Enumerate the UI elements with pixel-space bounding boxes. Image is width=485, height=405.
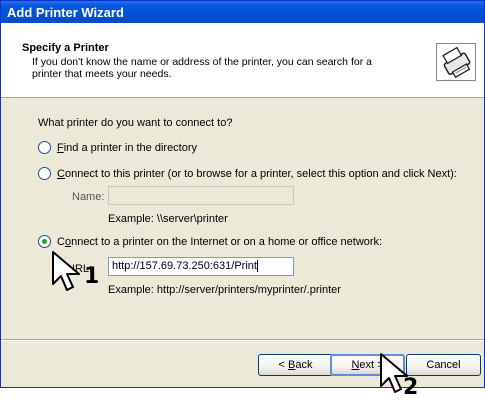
question-label: What printer do you want to connect to? [38, 117, 233, 129]
url-field-value: http://157.69.73.250:631/Print [112, 260, 257, 272]
printer-wizard-icon [436, 43, 476, 81]
callout-number-2: 2 [403, 375, 419, 400]
option-connect-to-printer[interactable]: Connect to this printer (or to browse fo… [38, 167, 457, 180]
url-field[interactable]: http://157.69.73.250:631/Print [108, 257, 294, 276]
option-find-label: Find a printer in the directory [57, 141, 198, 154]
option-connect-internet[interactable]: Connect to a printer on the Internet or … [38, 235, 382, 248]
wizard-header: Specify a Printer If you don't know the … [1, 23, 484, 98]
button-divider [1, 339, 484, 341]
back-button[interactable]: < Back [258, 354, 333, 376]
url-example: Example: http://server/printers/myprinte… [108, 284, 341, 296]
radio-connect-to-printer[interactable] [38, 167, 51, 180]
text-caret [256, 260, 258, 273]
radio-connect-internet[interactable] [38, 235, 51, 248]
mouse-pointer-1-icon [50, 250, 86, 297]
name-label: Name: [72, 191, 105, 203]
callout-number-1: 1 [84, 264, 100, 289]
window-title: Add Printer Wizard [7, 5, 124, 20]
header-title: Specify a Printer [22, 42, 109, 54]
wizard-content: What printer do you want to connect to? … [1, 98, 484, 338]
option-internet-label: Connect to a printer on the Internet or … [57, 235, 383, 248]
option-find-in-directory[interactable]: Find a printer in the directory [38, 141, 197, 154]
header-description: If you don't know the name or address of… [32, 56, 372, 80]
name-field[interactable] [108, 186, 294, 205]
radio-find-in-directory[interactable] [38, 141, 51, 154]
add-printer-wizard-window: Add Printer Wizard Specify a Printer If … [0, 0, 485, 388]
title-bar: Add Printer Wizard [1, 1, 484, 23]
cancel-button[interactable]: Cancel [406, 354, 481, 376]
name-example: Example: \\server\printer [108, 213, 228, 225]
option-connect-label: Connect to this printer (or to browse fo… [57, 167, 457, 180]
